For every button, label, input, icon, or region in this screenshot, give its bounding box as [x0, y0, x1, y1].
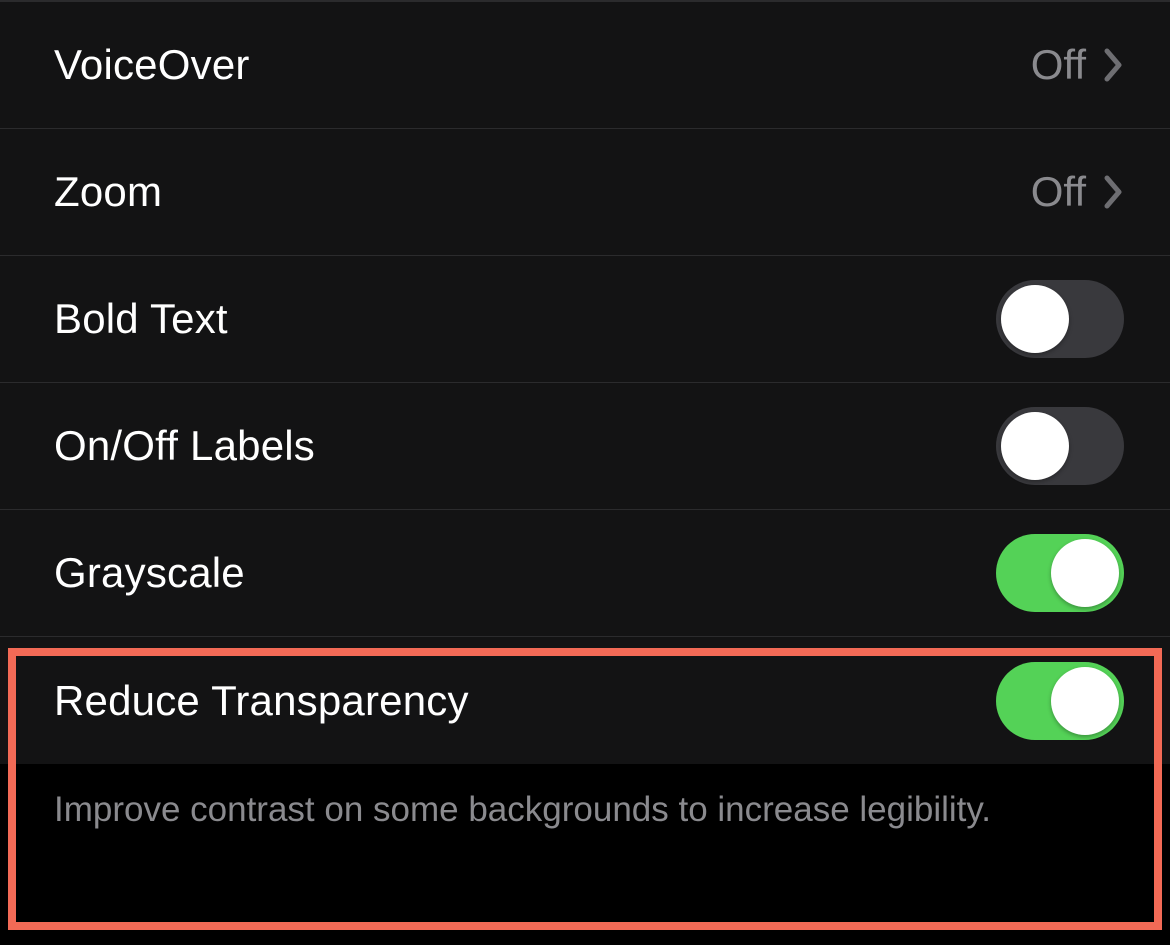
row-value: Off	[1031, 168, 1086, 216]
switch-grayscale[interactable]	[996, 534, 1124, 612]
row-value: Off	[1031, 41, 1086, 89]
row-label: On/Off Labels	[54, 422, 315, 470]
row-label: VoiceOver	[54, 41, 250, 89]
switch-onoff-labels[interactable]	[996, 407, 1124, 485]
switch-knob	[1001, 285, 1069, 353]
switch-knob	[1001, 412, 1069, 480]
row-zoom[interactable]: Zoom Off	[0, 129, 1170, 256]
settings-list: VoiceOver Off Zoom Off Bold Text	[0, 0, 1170, 764]
switch-reduce-transparency[interactable]	[996, 662, 1124, 740]
switch-knob	[1051, 539, 1119, 607]
switch-bold-text[interactable]	[996, 280, 1124, 358]
row-reduce-transparency: Reduce Transparency	[0, 637, 1170, 764]
chevron-right-icon	[1104, 48, 1124, 82]
row-bold-text: Bold Text	[0, 256, 1170, 383]
section-footer: Improve contrast on some backgrounds to …	[0, 764, 1170, 863]
row-grayscale: Grayscale	[0, 510, 1170, 637]
row-label: Zoom	[54, 168, 162, 216]
switch-knob	[1051, 667, 1119, 735]
accessibility-settings-page: VoiceOver Off Zoom Off Bold Text	[0, 0, 1170, 945]
row-onoff-labels: On/Off Labels	[0, 383, 1170, 510]
chevron-right-icon	[1104, 175, 1124, 209]
row-label: Reduce Transparency	[54, 677, 469, 725]
row-label: Grayscale	[54, 549, 245, 597]
row-label: Bold Text	[54, 295, 228, 343]
row-voiceover[interactable]: VoiceOver Off	[0, 2, 1170, 129]
